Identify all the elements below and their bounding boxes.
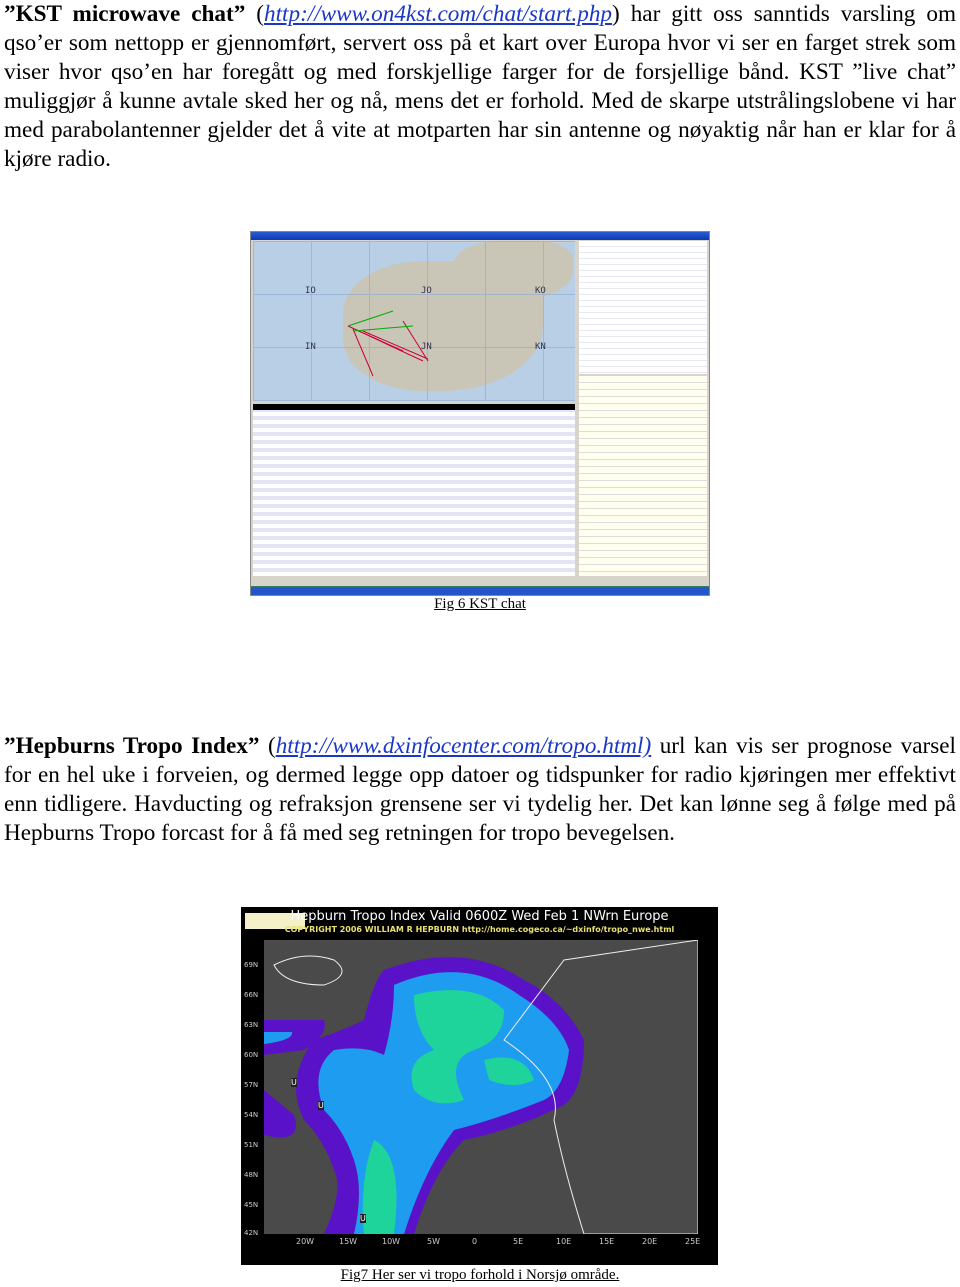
marker-u: U bbox=[291, 1078, 297, 1087]
paragraph-hepburn: ”Hepburns Tropo Index” (http://www.dxinf… bbox=[4, 732, 956, 848]
map-title: Hepburn Tropo Index Valid 0600Z Wed Feb … bbox=[290, 909, 669, 924]
lon-label: 10E bbox=[556, 1237, 572, 1246]
lon-label: 5E bbox=[513, 1237, 524, 1246]
tropo-contours bbox=[264, 940, 698, 1234]
lat-label: 51N bbox=[244, 1141, 259, 1149]
lat-label: 42N bbox=[244, 1229, 259, 1237]
marker-u: U bbox=[318, 1101, 324, 1110]
paren: ) bbox=[612, 1, 620, 27]
chat-messages[interactable] bbox=[253, 404, 575, 576]
kst-link[interactable]: http://www.on4kst.com/chat/start.php bbox=[264, 1, 612, 27]
map-subtitle: COPYRIGHT 2006 WILLIAM R HEPBURN http://… bbox=[284, 925, 675, 934]
qso-map: IO JO KO IN JN KN bbox=[253, 241, 575, 401]
lat-label: 66N bbox=[244, 991, 259, 999]
lon-label: 20W bbox=[296, 1237, 315, 1246]
lat-label: 48N bbox=[244, 1171, 259, 1179]
paren: ( bbox=[256, 1, 264, 27]
lon-label: 0 bbox=[472, 1237, 478, 1246]
fig6-caption: Fig 6 KST chat bbox=[434, 596, 526, 612]
paren: ( bbox=[267, 733, 276, 759]
lon-label: 15W bbox=[339, 1237, 358, 1246]
window-titlebar bbox=[251, 232, 709, 240]
hepburn-title: ”Hepburns Tropo Index” bbox=[4, 733, 260, 759]
qso-lines bbox=[347, 310, 429, 377]
lat-label: 69N bbox=[244, 961, 259, 969]
lon-label: 5W bbox=[427, 1237, 440, 1246]
lon-label: 10W bbox=[382, 1237, 401, 1246]
marker-u: U bbox=[360, 1214, 366, 1223]
lat-label: 63N bbox=[244, 1021, 259, 1029]
kst-chat-screenshot: IO JO KO IN JN KN bbox=[250, 231, 710, 596]
map-plot bbox=[264, 940, 698, 1234]
paragraph-kst: ”KST microwave chat” (http://www.on4kst.… bbox=[4, 0, 956, 174]
lon-label: 20E bbox=[642, 1237, 658, 1246]
hepburn-link[interactable]: http://www.dxinfocenter.com/tropo.html) bbox=[276, 733, 651, 759]
lon-label: 15E bbox=[599, 1237, 615, 1246]
lat-label: 60N bbox=[244, 1051, 259, 1059]
tropo-index-map: Hepburn Tropo Index Valid 0600Z Wed Feb … bbox=[241, 907, 718, 1265]
kst-title: ”KST microwave chat” bbox=[4, 1, 246, 27]
fig7-caption: Fig7 Her ser vi tropo forhold i Norsjø o… bbox=[340, 1267, 620, 1283]
taskbar bbox=[251, 586, 709, 595]
lat-label: 57N bbox=[244, 1081, 259, 1089]
lat-label: 45N bbox=[244, 1201, 259, 1209]
user-list[interactable] bbox=[579, 241, 707, 374]
lon-label: 25E bbox=[685, 1237, 701, 1246]
user-list-secondary[interactable] bbox=[579, 376, 707, 576]
lat-label: 54N bbox=[244, 1111, 259, 1119]
